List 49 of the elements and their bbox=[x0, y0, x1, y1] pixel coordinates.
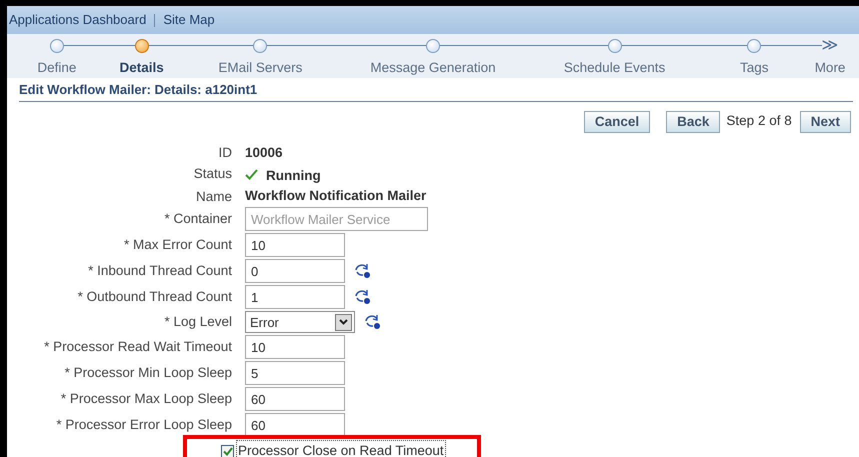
log-level-select[interactable]: Error bbox=[245, 311, 355, 334]
field-label: * Outbound Thread Count bbox=[78, 289, 232, 304]
step-dot[interactable] bbox=[747, 38, 762, 53]
input-field[interactable]: 60 bbox=[245, 387, 345, 412]
step-dot[interactable] bbox=[134, 38, 149, 53]
input-field[interactable]: 10 bbox=[245, 233, 345, 258]
page-title: Edit Workflow Mailer: Details: a120int1 bbox=[19, 80, 853, 102]
field-label: * Inbound Thread Count bbox=[88, 263, 232, 278]
next-button[interactable]: Next bbox=[800, 110, 851, 132]
refresh-icon[interactable] bbox=[353, 262, 373, 280]
train-step-link[interactable]: Define bbox=[37, 58, 76, 78]
train-step-link[interactable]: Message Generation bbox=[370, 58, 496, 78]
train-step-link[interactable]: Tags bbox=[740, 58, 769, 78]
step-dot[interactable] bbox=[426, 38, 440, 53]
field-label: ID bbox=[218, 145, 232, 160]
field-value: Workflow Notification Mailer bbox=[245, 187, 426, 205]
field-label: * Container bbox=[164, 211, 232, 226]
input-field[interactable]: 10 bbox=[245, 335, 345, 360]
refresh-icon[interactable] bbox=[363, 313, 383, 332]
step-dot[interactable] bbox=[50, 38, 64, 53]
field-label: Name bbox=[196, 188, 232, 204]
train-step-link[interactable]: Details bbox=[120, 58, 164, 78]
status-value: Running bbox=[266, 166, 321, 185]
field-label: * Processor Read Wait Timeout bbox=[44, 339, 232, 354]
input-field[interactable]: 1 bbox=[245, 285, 345, 310]
train-step-link[interactable]: More bbox=[814, 58, 846, 78]
input-field[interactable]: 0 bbox=[245, 259, 345, 284]
global-link[interactable]: Site Map bbox=[163, 10, 215, 30]
checkbox-label[interactable]: Processor Close on Read Timeout bbox=[236, 440, 446, 457]
train-step-link[interactable]: Schedule Events bbox=[564, 58, 666, 78]
field-value: 10006 bbox=[245, 144, 283, 162]
step-dot[interactable] bbox=[608, 38, 622, 53]
field-label: * Processor Error Loop Sleep bbox=[56, 417, 232, 432]
field-label: * Max Error Count bbox=[124, 237, 232, 252]
field-label: * Processor Min Loop Sleep bbox=[64, 365, 232, 380]
step-dot[interactable] bbox=[253, 38, 268, 53]
refresh-icon[interactable] bbox=[353, 288, 373, 306]
input-field[interactable]: 5 bbox=[245, 361, 345, 386]
field-label: * Processor Max Loop Sleep bbox=[60, 391, 232, 406]
field-label: * Log Level bbox=[164, 314, 232, 330]
global-link[interactable]: Applications Dashboard bbox=[9, 10, 146, 30]
back-button[interactable]: Back bbox=[666, 110, 720, 132]
checkbox[interactable] bbox=[221, 444, 234, 457]
check-icon bbox=[245, 168, 258, 180]
step-indicator: Step 2 of 8 bbox=[726, 112, 792, 130]
cancel-button[interactable]: Cancel bbox=[584, 110, 650, 132]
train-step-link[interactable]: EMail Servers bbox=[218, 58, 302, 78]
input-field[interactable]: 60 bbox=[245, 413, 345, 438]
field-label: Status bbox=[194, 166, 232, 182]
